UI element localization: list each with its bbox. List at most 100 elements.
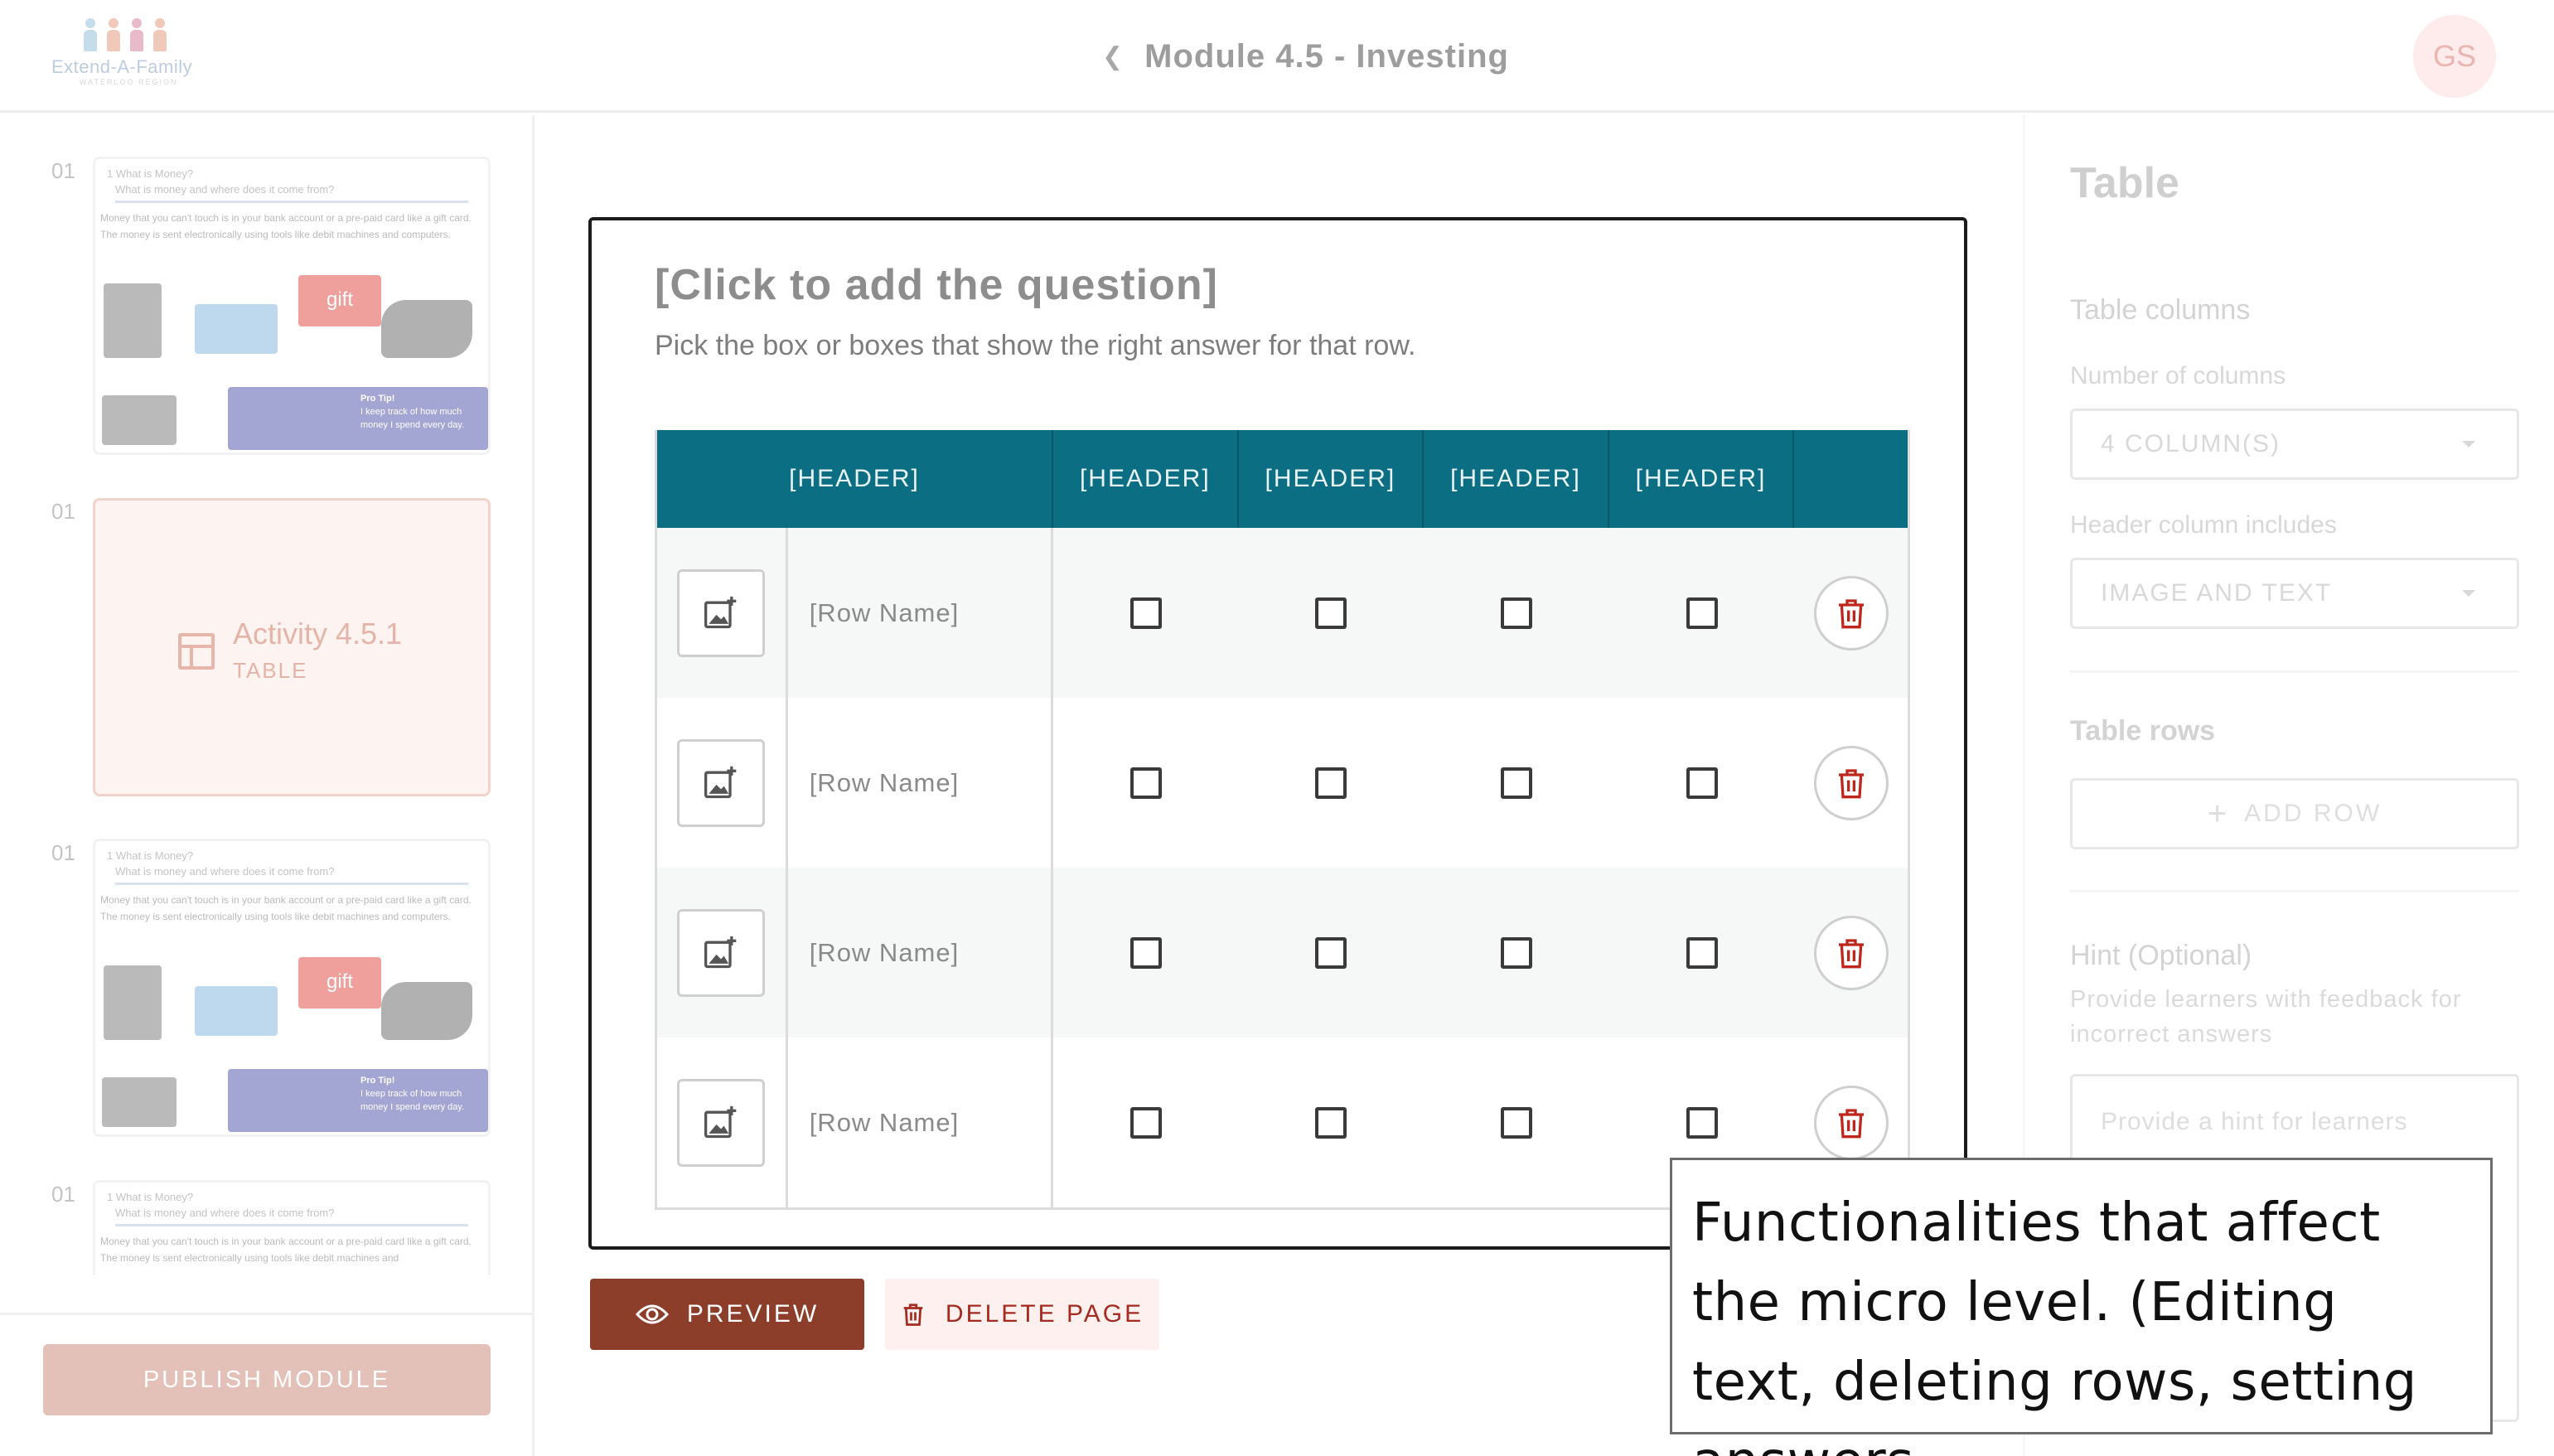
answer-table: [HEADER] [HEADER] [HEADER] [HEADER] [HEA… xyxy=(655,430,1910,1210)
debit-machine-image xyxy=(381,300,472,358)
row-name[interactable]: [Row Name] xyxy=(788,1038,1054,1207)
chevron-left-icon[interactable]: ❮ xyxy=(1102,42,1123,71)
dropdown-arrow-icon xyxy=(2462,441,2475,447)
question-title[interactable]: [Click to add the question] xyxy=(655,260,1218,310)
delete-page-button[interactable]: DELETE PAGE xyxy=(885,1279,1159,1350)
row-name[interactable]: [Row Name] xyxy=(788,528,1054,698)
slide-number: 01 xyxy=(51,1182,75,1207)
activity-slide-card[interactable]: Activity 4.5.1 TABLE xyxy=(93,498,491,796)
thumbnail-body: Money that you can't touch is in your ba… xyxy=(100,1236,472,1264)
eye-icon xyxy=(635,1304,669,1324)
thumbnail-subheading: What is money and where does it come fro… xyxy=(115,183,335,196)
gift-card-image: gift xyxy=(298,275,381,327)
pro-tip-title: Pro Tip! xyxy=(360,1076,395,1086)
table-icon xyxy=(178,633,215,670)
answer-checkbox[interactable] xyxy=(1129,767,1162,799)
card-reader-image xyxy=(104,283,162,358)
table-column-header[interactable]: [HEADER] xyxy=(1053,430,1239,528)
delete-row-button[interactable] xyxy=(1813,575,1889,651)
number-of-columns-label: Number of columns xyxy=(2070,362,2286,389)
card-reader-image xyxy=(104,965,162,1040)
delete-page-label: DELETE PAGE xyxy=(945,1300,1144,1328)
gift-card-image: gift xyxy=(298,957,381,1009)
annotation-callout: Functionalities that affect the micro le… xyxy=(1670,1158,2493,1456)
number-of-columns-select[interactable]: 4 COLUMN(S) xyxy=(2070,409,2519,480)
header-includes-label: Header column includes xyxy=(2070,511,2337,539)
add-image-button[interactable] xyxy=(677,908,766,997)
thumbnail-subheading: What is money and where does it come fro… xyxy=(115,865,335,878)
add-image-button[interactable] xyxy=(677,568,766,657)
answer-checkbox[interactable] xyxy=(1686,597,1718,629)
question-instruction[interactable]: Pick the box or boxes that show the righ… xyxy=(655,330,1415,362)
table-main-header[interactable]: [HEADER] xyxy=(657,430,1054,528)
answer-checkbox[interactable] xyxy=(1315,1106,1347,1139)
add-image-icon xyxy=(704,596,737,628)
table-header-row: [HEADER] [HEADER] [HEADER] [HEADER] [HEA… xyxy=(657,430,1908,528)
answer-checkbox[interactable] xyxy=(1129,1106,1162,1139)
thumbnail-body: Money that you can't touch is in your ba… xyxy=(100,894,472,922)
thumbnail-heading: 1 What is Money? xyxy=(107,1191,194,1203)
row-name[interactable]: [Row Name] xyxy=(788,698,1054,868)
slide-number: 01 xyxy=(51,840,75,865)
slide-number: 01 xyxy=(51,499,75,524)
answer-checkbox[interactable] xyxy=(1686,1106,1718,1139)
table-column-header[interactable]: [HEADER] xyxy=(1424,430,1609,528)
bank-card-image xyxy=(195,304,278,354)
slide-thumbnail[interactable]: 1 What is Money? What is money and where… xyxy=(93,157,491,455)
add-image-button[interactable] xyxy=(677,738,766,827)
slide-thumbnail[interactable]: 1 What is Money? What is money and where… xyxy=(93,1180,491,1275)
hint-description: Provide learners with feedback for incor… xyxy=(2070,986,2462,1047)
logo-subtext: WATERLOO REGION xyxy=(80,78,178,86)
trash-icon xyxy=(1838,938,1864,968)
add-image-icon xyxy=(704,1105,737,1138)
answer-checkbox[interactable] xyxy=(1500,1106,1532,1139)
delete-row-button[interactable] xyxy=(1813,745,1889,820)
trash-icon xyxy=(903,1304,923,1326)
table-column-header[interactable]: [HEADER] xyxy=(1239,430,1425,528)
pro-tip-title: Pro Tip! xyxy=(360,394,395,404)
logo[interactable]: Extend-A-Family WATERLOO REGION xyxy=(51,18,209,94)
table-activity-editor: [Click to add the question] Pick the box… xyxy=(588,217,1967,1250)
trash-icon xyxy=(1838,1108,1864,1138)
debit-machine-image xyxy=(381,982,472,1040)
table-row: [Row Name] xyxy=(657,868,1908,1038)
logo-people-icon xyxy=(80,18,171,55)
answer-checkbox[interactable] xyxy=(1500,767,1532,799)
add-row-button[interactable]: + ADD ROW xyxy=(2070,778,2519,849)
table-row: [Row Name] xyxy=(657,698,1908,868)
slide-thumbnail[interactable]: 1 What is Money? What is money and where… xyxy=(93,839,491,1137)
add-image-button[interactable] xyxy=(677,1078,766,1167)
module-title: Module 4.5 - Investing xyxy=(1144,37,1509,75)
thumbnail-subheading: What is money and where does it come fro… xyxy=(115,1207,335,1219)
pro-tip-banner: Pro Tip! I keep track of how much money … xyxy=(228,387,488,450)
plus-icon: + xyxy=(2207,795,2230,832)
answer-checkbox[interactable] xyxy=(1129,936,1162,969)
delete-row-button[interactable] xyxy=(1813,1085,1889,1160)
answer-checkbox[interactable] xyxy=(1500,936,1532,969)
answer-checkbox[interactable] xyxy=(1315,936,1347,969)
add-row-label: ADD ROW xyxy=(2244,800,2382,827)
row-name[interactable]: [Row Name] xyxy=(788,868,1054,1038)
preview-label: PREVIEW xyxy=(686,1300,820,1328)
add-image-icon xyxy=(704,766,737,798)
thumbnail-body: Money that you can't touch is in your ba… xyxy=(100,212,472,240)
delete-row-button[interactable] xyxy=(1813,915,1889,990)
answer-checkbox[interactable] xyxy=(1500,597,1532,629)
avatar[interactable]: GS xyxy=(2413,15,2496,98)
publish-module-button[interactable]: PUBLISH MODULE xyxy=(43,1344,491,1415)
answer-checkbox[interactable] xyxy=(1315,597,1347,629)
table-column-header[interactable]: [HEADER] xyxy=(1609,430,1795,528)
preview-button[interactable]: PREVIEW xyxy=(590,1279,864,1350)
answer-checkbox[interactable] xyxy=(1686,936,1718,969)
trash-icon xyxy=(1838,768,1864,798)
header-includes-select[interactable]: IMAGE AND TEXT xyxy=(2070,558,2519,629)
thumbnail-heading: 1 What is Money? xyxy=(107,849,194,862)
answer-checkbox[interactable] xyxy=(1315,767,1347,799)
answer-checkbox[interactable] xyxy=(1129,597,1162,629)
activity-title: Activity 4.5.1 xyxy=(233,617,403,651)
table-columns-heading: Table columns xyxy=(2070,294,2251,326)
answer-checkbox[interactable] xyxy=(1686,767,1718,799)
add-image-icon xyxy=(704,936,737,968)
dropdown-arrow-icon xyxy=(2462,590,2475,597)
laptop-image xyxy=(102,1077,177,1127)
